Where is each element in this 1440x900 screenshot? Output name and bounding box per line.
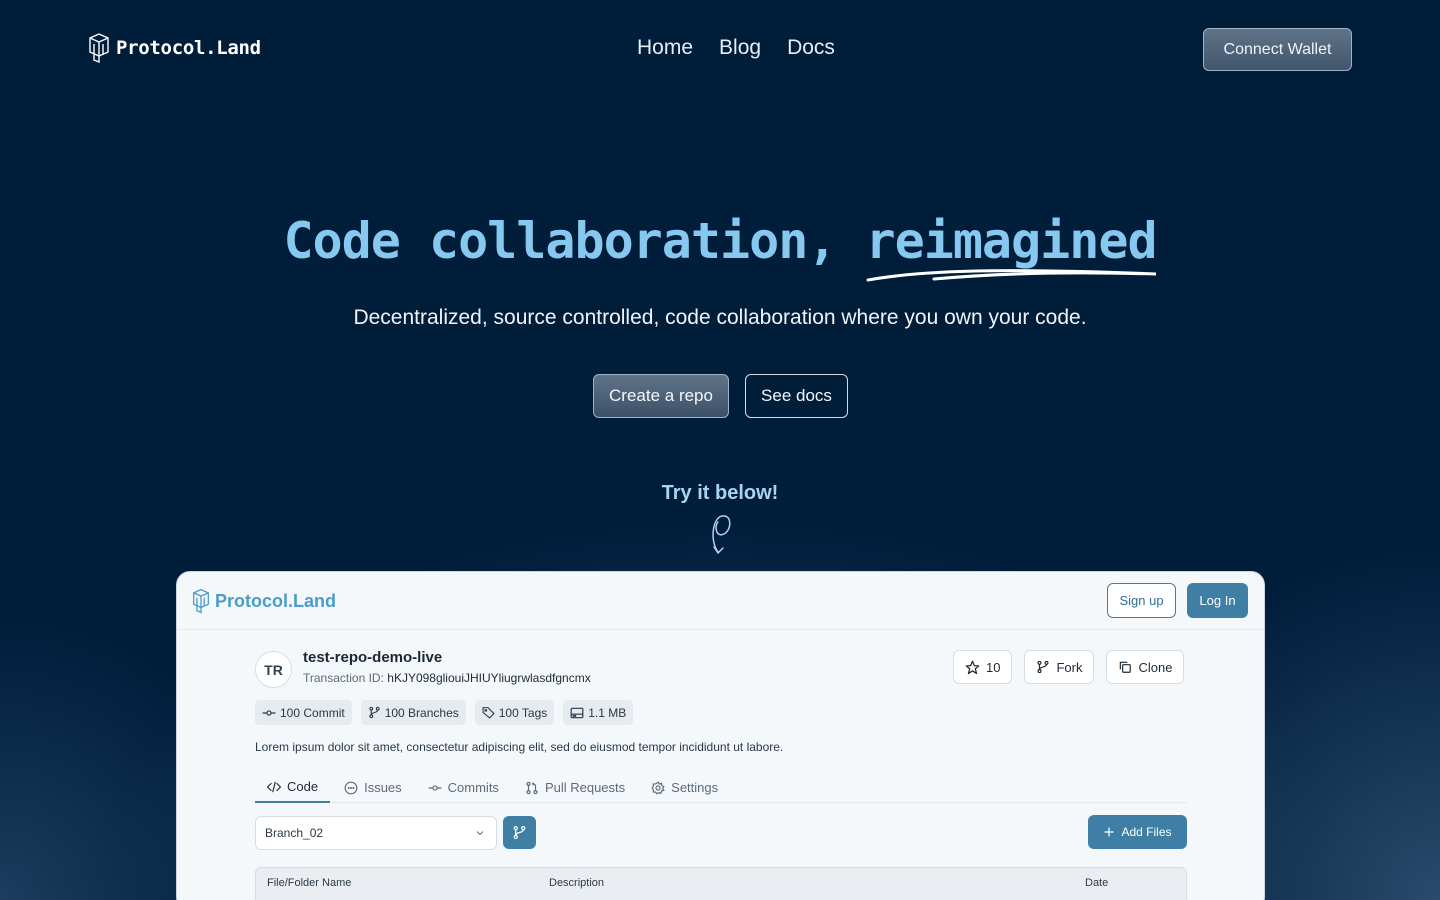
hero-cta-row: Create a repo See docs	[593, 374, 848, 418]
tab-issues[interactable]: Issues	[332, 772, 414, 803]
branch-icon	[513, 825, 526, 840]
commit-count-chip[interactable]: 100 Commit	[255, 700, 352, 725]
top-navigation: Protocol.Land Home Blog Docs Connect Wal…	[88, 28, 1352, 72]
copy-icon	[1120, 661, 1132, 673]
curly-arrow-down-icon	[712, 515, 731, 555]
plus-icon	[1104, 827, 1115, 837]
fork-label: Fork	[1056, 659, 1083, 675]
brand-logo[interactable]: Protocol.Land	[88, 32, 261, 64]
repo-tabs: Code Issues Commits Pull Requests Settin…	[255, 772, 1187, 803]
fork-button[interactable]: Fork	[1024, 650, 1095, 684]
tab-code[interactable]: Code	[255, 772, 331, 803]
hero-title-accent: reimagined	[865, 212, 1158, 270]
tab-pull-requests-label: Pull Requests	[544, 780, 626, 795]
tab-commits-label: Commits	[447, 780, 499, 795]
demo-app-window: Protocol.Land Sign up Log In TR test-rep…	[176, 571, 1265, 900]
pull-request-icon	[526, 781, 538, 794]
main-nav: Home Blog Docs	[637, 36, 835, 60]
chevron-down-icon	[476, 831, 484, 836]
tag-count: 100 Tags	[498, 705, 548, 720]
repo-transaction-id: Transaction ID: hKJY098gliouiJHIUYliugrw…	[303, 671, 591, 685]
protocol-land-logo-icon	[193, 588, 209, 614]
hard-drive-icon	[570, 707, 584, 718]
app-brand[interactable]: Protocol.Land	[192, 588, 336, 614]
hero-subtitle: Decentralized, source controlled, code c…	[353, 306, 1087, 329]
star-count: 10	[986, 659, 1001, 675]
hero-title: Code collaboration, reimagined	[0, 212, 1440, 282]
column-header-name: File/Folder Name	[267, 877, 352, 889]
app-brand-name: Protocol.Land	[215, 590, 336, 611]
code-icon	[267, 781, 281, 792]
brand-name: Protocol.Land	[116, 37, 261, 59]
hero-title-main: Code collaboration,	[283, 212, 866, 270]
repo-size-chip: 1.1 MB	[563, 700, 634, 725]
gear-icon	[651, 780, 665, 795]
try-it-label: Try it below!	[661, 482, 779, 504]
protocol-land-logo-icon	[88, 32, 110, 64]
issue-icon	[344, 781, 358, 794]
star-icon	[965, 660, 980, 674]
clone-button[interactable]: Clone	[1106, 650, 1185, 684]
connect-wallet-button[interactable]: Connect Wallet	[1203, 28, 1352, 71]
add-files-button[interactable]: Add Files	[1088, 815, 1187, 849]
repo-stats: 100 Commit 100 Branches 100 Tags 1.1 MB	[255, 700, 634, 725]
commit-count: 100 Commit	[280, 705, 345, 720]
star-button[interactable]: 10	[953, 650, 1013, 684]
scribble-underline-icon	[866, 269, 1156, 282]
sign-up-button[interactable]: Sign up	[1107, 583, 1176, 618]
repo-name: test-repo-demo-live	[303, 649, 443, 666]
nav-link-blog[interactable]: Blog	[719, 36, 761, 60]
column-header-date: Date	[1085, 877, 1109, 889]
nav-link-docs[interactable]: Docs	[787, 36, 835, 60]
branch-count-chip[interactable]: 100 Branches	[360, 700, 466, 725]
tag-icon	[482, 707, 495, 719]
tab-settings[interactable]: Settings	[639, 772, 730, 803]
file-table-header: File/Folder Name Description Date	[255, 867, 1187, 900]
branch-select-value: Branch_02	[265, 826, 324, 840]
commit-icon	[428, 784, 442, 791]
tab-pull-requests[interactable]: Pull Requests	[513, 772, 637, 803]
see-docs-button[interactable]: See docs	[745, 374, 848, 418]
branch-select[interactable]: Branch_02	[255, 816, 497, 850]
app-header: Protocol.Land Sign up Log In	[177, 572, 1264, 630]
tab-settings-label: Settings	[671, 780, 719, 795]
tab-issues-label: Issues	[364, 780, 402, 795]
column-header-description: Description	[549, 877, 605, 889]
tx-label: Transaction ID:	[303, 671, 388, 685]
repo-description: Lorem ipsum dolor sit amet, consectetur …	[255, 740, 784, 754]
repo-size: 1.1 MB	[588, 705, 627, 720]
add-files-label: Add Files	[1121, 825, 1172, 839]
tag-count-chip[interactable]: 100 Tags	[474, 700, 555, 725]
tab-commits[interactable]: Commits	[416, 772, 511, 803]
repo-actions: 10 Fork Clone	[953, 650, 1185, 684]
tx-value: hKJY098gliouiJHIUYliugrwlasdfgncmx	[387, 671, 591, 685]
clone-label: Clone	[1138, 659, 1173, 675]
hero-title-accent-wrap: reimagined	[865, 212, 1158, 282]
create-repo-button[interactable]: Create a repo	[593, 374, 729, 418]
branch-icon	[369, 706, 380, 719]
repo-avatar: TR	[255, 651, 292, 688]
fork-icon	[1037, 660, 1050, 674]
branch-count: 100 Branches	[384, 705, 459, 720]
tab-code-label: Code	[287, 779, 319, 794]
log-in-button[interactable]: Log In	[1187, 583, 1248, 618]
nav-link-home[interactable]: Home	[637, 36, 693, 60]
commit-icon	[262, 709, 276, 716]
branch-action-button[interactable]	[503, 816, 536, 849]
